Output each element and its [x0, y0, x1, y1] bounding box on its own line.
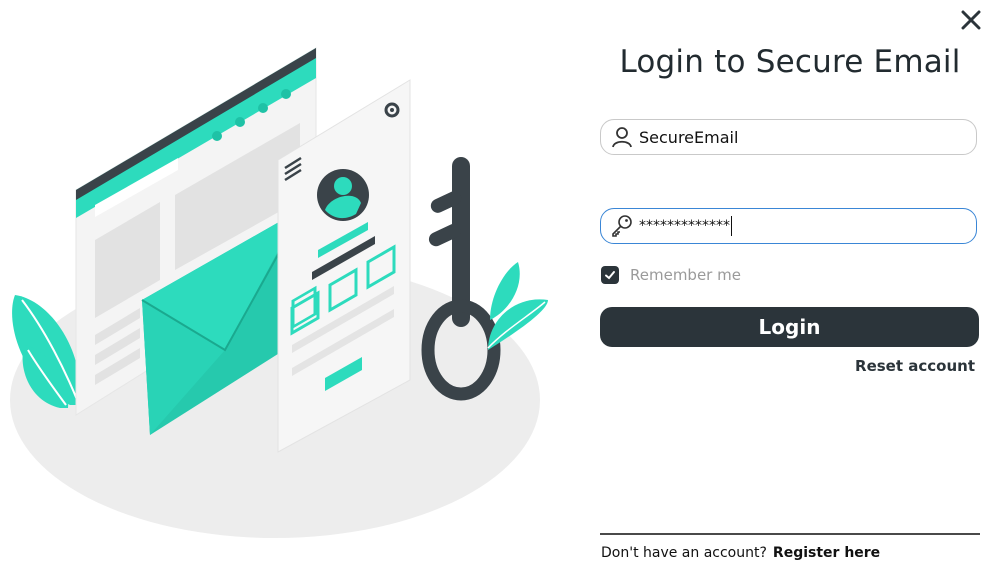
username-field[interactable]: [600, 119, 977, 155]
remember-me-label: Remember me: [630, 266, 741, 284]
reset-account-link[interactable]: Reset account: [855, 357, 975, 375]
password-field[interactable]: *************: [600, 208, 977, 244]
checkbox-checked-icon: [601, 266, 619, 284]
divider: [600, 533, 980, 535]
user-icon: [609, 124, 635, 150]
key-icon: [609, 213, 635, 239]
plant-right-icon: [487, 262, 548, 350]
secure-email-illustration: [10, 47, 548, 538]
password-value: *************: [639, 218, 730, 234]
login-button[interactable]: Login: [600, 307, 979, 347]
close-button[interactable]: [955, 6, 987, 34]
page-title: Login to Secure Email: [619, 44, 961, 80]
remember-me-checkbox[interactable]: Remember me: [601, 266, 741, 284]
register-row: Don't have an account? Register here: [601, 545, 880, 561]
login-window: Login to Secure Email *************: [0, 0, 999, 585]
register-prompt: Don't have an account?: [601, 545, 767, 561]
username-input[interactable]: [639, 127, 959, 147]
text-caret: [731, 216, 732, 236]
register-link[interactable]: Register here: [773, 545, 880, 561]
close-icon: [961, 10, 981, 30]
password-input[interactable]: *************: [639, 216, 732, 236]
